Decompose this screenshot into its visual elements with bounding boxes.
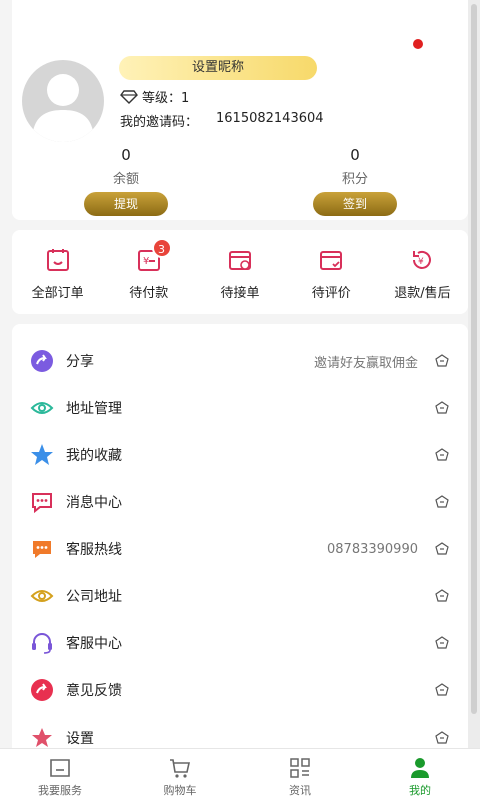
- chevron-right-icon: [435, 401, 449, 414]
- notification-dot[interactable]: [413, 39, 423, 49]
- menu-item-favorites[interactable]: 我的收藏: [12, 435, 468, 475]
- balance-value: 0: [121, 146, 131, 164]
- level-row: 等级：1: [120, 87, 189, 106]
- scrollbar-thumb[interactable]: [471, 4, 477, 714]
- profile-icon: [411, 758, 429, 778]
- menu-item-service-center[interactable]: 客服中心: [12, 623, 468, 663]
- order-pending-review[interactable]: 待评价: [286, 230, 377, 314]
- invite-code-value: 1615082143604: [216, 111, 324, 126]
- svg-text:¥: ¥: [418, 257, 424, 267]
- tab-profile[interactable]: 我的: [360, 749, 480, 800]
- share-icon: [31, 350, 53, 372]
- pending-accept-icon: [229, 251, 251, 270]
- chevron-right-icon: [435, 354, 449, 367]
- chevron-right-icon: [435, 683, 449, 696]
- chevron-right-icon: [435, 636, 449, 649]
- menu-extra-share: 邀请好友赢取佣金: [313, 355, 418, 371]
- invite-code-label: 我的邀请码：: [120, 115, 199, 130]
- chevron-right-icon: [435, 448, 449, 461]
- menu-item-messages[interactable]: 消息中心: [12, 482, 468, 522]
- news-icon: [290, 758, 310, 778]
- menu-item-share[interactable]: 分享 邀请好友赢取佣金: [12, 341, 468, 381]
- feedback-icon: [31, 679, 53, 701]
- menu-label-favorites: 我的收藏: [66, 448, 122, 464]
- service-icon: [50, 759, 70, 777]
- hotline-icon: [33, 541, 51, 558]
- menu-label-settings: 设置: [66, 731, 94, 747]
- menu-label-messages: 消息中心: [66, 495, 122, 511]
- points-value: 0: [350, 146, 360, 164]
- checkin-button[interactable]: 签到: [313, 192, 397, 216]
- location-icon: [30, 590, 54, 602]
- all-orders-icon: [46, 249, 69, 271]
- set-nickname-button[interactable]: 设置昵称: [119, 56, 317, 80]
- profile-card: 设置昵称 等级：1 我的邀请码： 1615082143604 0 余额 0 积分…: [12, 0, 468, 220]
- tab-news[interactable]: 资讯: [240, 749, 360, 800]
- balance-label: 余额: [112, 172, 139, 187]
- menu-label-address: 地址管理: [66, 401, 122, 417]
- scrollbar[interactable]: [468, 0, 480, 760]
- chevron-right-icon: [435, 542, 449, 555]
- order-pending-review-label: 待评价: [311, 286, 351, 301]
- chevron-right-icon: [435, 731, 449, 744]
- menu-item-hotline[interactable]: 客服热线 08783390990: [12, 529, 468, 569]
- cart-icon: [170, 759, 190, 778]
- tab-cart[interactable]: 购物车: [120, 749, 240, 800]
- menu-list: 分享 邀请好友赢取佣金 地址管理 我的收藏 消息中心 客服热线 08783390…: [12, 324, 468, 756]
- order-pending-payment-label: 待付款: [129, 286, 169, 301]
- avatar-icon: [32, 74, 94, 142]
- menu-label-hotline: 客服热线: [66, 542, 122, 558]
- chevron-right-icon: [435, 495, 449, 508]
- star-icon: [31, 444, 53, 465]
- order-pending-accept-label: 待接单: [220, 286, 260, 301]
- menu-extra-hotline: 08783390990: [327, 541, 418, 557]
- headset-icon: [32, 633, 52, 654]
- menu-item-address[interactable]: 地址管理: [12, 388, 468, 428]
- pending-review-icon: [320, 251, 343, 270]
- points-label: 积分: [341, 172, 368, 187]
- tab-service[interactable]: 我要服务: [0, 749, 120, 800]
- order-all-label: 全部订单: [31, 286, 84, 301]
- order-pending-accept[interactable]: 待接单: [194, 230, 285, 314]
- tab-cart-label: 购物车: [163, 784, 197, 797]
- avatar[interactable]: [22, 60, 104, 142]
- tab-service-label: 我要服务: [38, 784, 82, 797]
- bottom-tab-bar: 我要服务 购物车 资讯 我的: [0, 748, 480, 800]
- menu-item-feedback[interactable]: 意见反馈: [12, 670, 468, 710]
- order-all[interactable]: 全部订单: [12, 230, 103, 314]
- pending-payment-badge: 3: [151, 238, 172, 258]
- order-shortcuts: 全部订单 ¥ 3 待付款 待接单 待评价 ¥ 退款/售后: [12, 230, 468, 314]
- balance-stat: 0 余额: [66, 146, 186, 187]
- svg-text:¥: ¥: [143, 256, 149, 267]
- menu-label-company-address: 公司地址: [66, 589, 122, 605]
- menu-label-feedback: 意见反馈: [66, 683, 122, 699]
- order-refund-label: 退款/售后: [394, 286, 451, 301]
- refund-icon: ¥: [413, 250, 432, 269]
- order-refund[interactable]: ¥ 退款/售后: [377, 230, 468, 314]
- level-text: 等级：1: [142, 91, 190, 106]
- withdraw-button[interactable]: 提现: [84, 192, 168, 216]
- menu-item-company-address[interactable]: 公司地址: [12, 576, 468, 616]
- diamond-icon: [120, 89, 138, 104]
- tab-news-label: 资讯: [289, 784, 311, 797]
- invite-row: 我的邀请码： 1615082143604: [120, 111, 324, 130]
- settings-icon: [32, 728, 52, 747]
- chevron-right-icon: [435, 589, 449, 602]
- menu-label-service-center: 客服中心: [66, 636, 122, 652]
- address-icon: [30, 402, 54, 414]
- menu-label-share: 分享: [66, 354, 94, 370]
- tab-profile-label: 我的: [409, 784, 431, 797]
- order-pending-payment[interactable]: ¥ 3 待付款: [103, 230, 194, 314]
- message-icon: [32, 493, 52, 514]
- points-stat: 0 积分: [295, 146, 415, 187]
